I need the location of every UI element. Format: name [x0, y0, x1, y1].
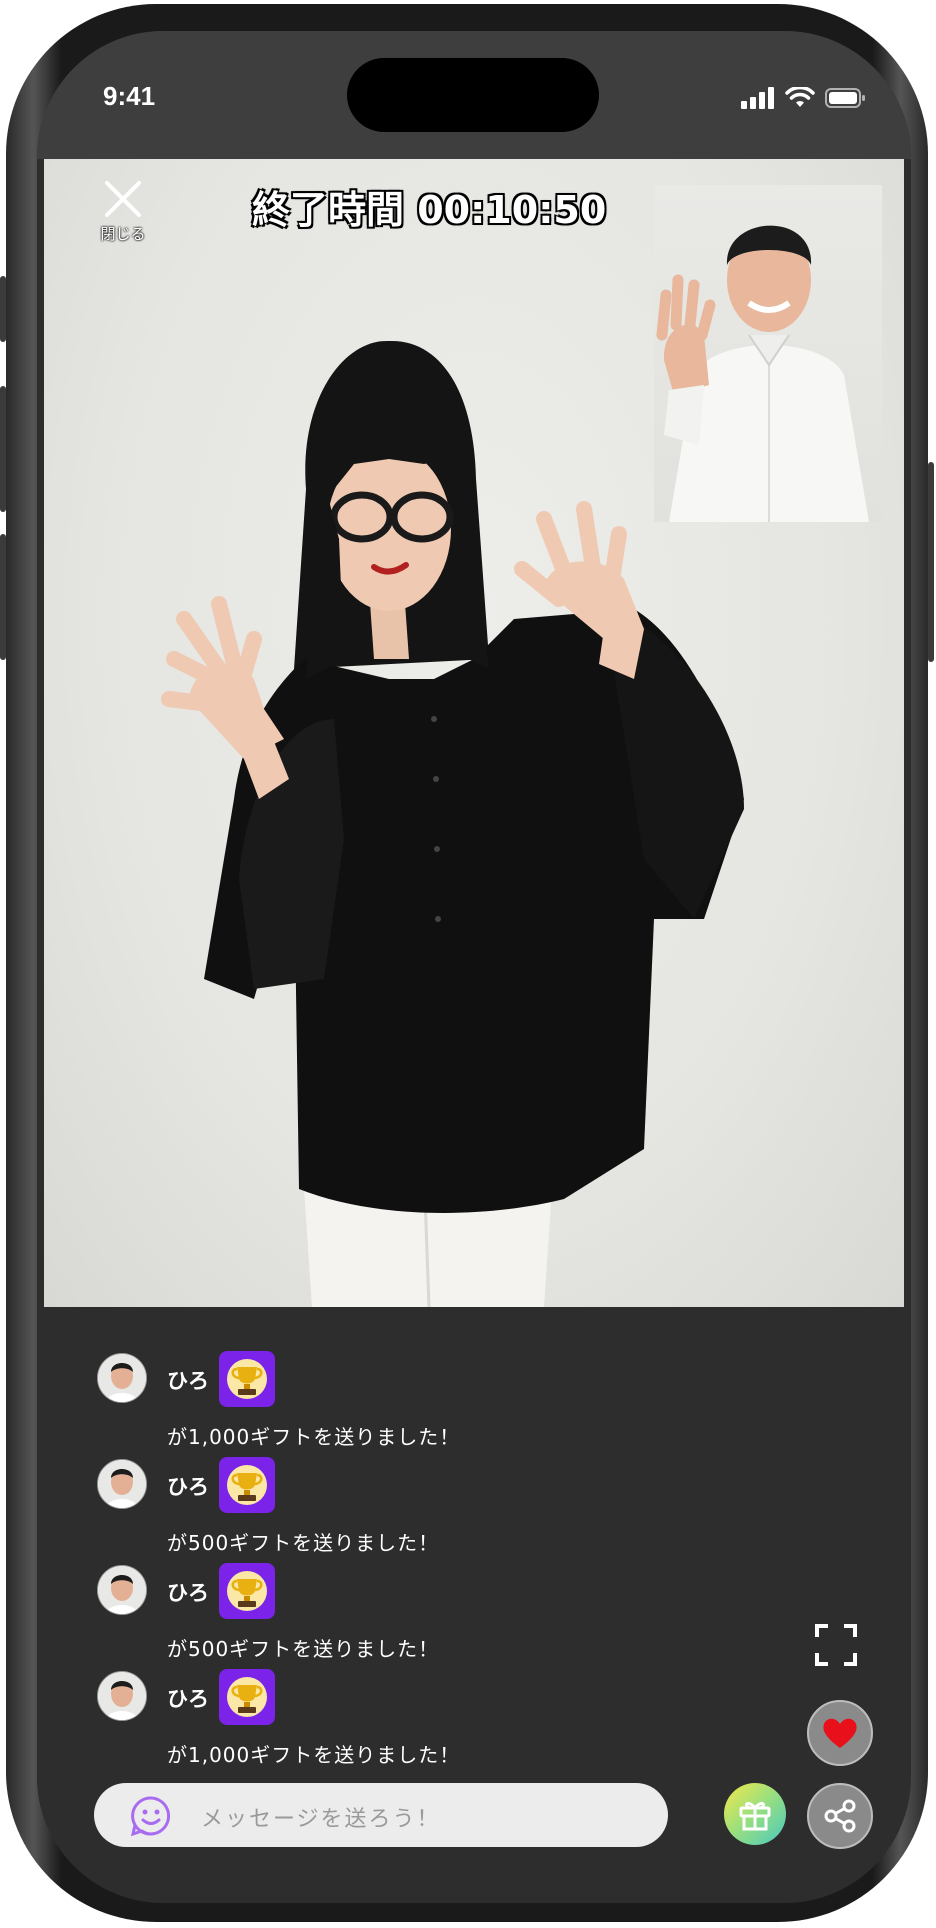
- dynamic-island: [347, 58, 599, 132]
- message-input[interactable]: メッセージを送ろう！: [94, 1783, 668, 1847]
- heart-icon: [823, 1718, 857, 1748]
- gift-badge: [219, 1563, 275, 1619]
- chat-text: が500ギフトを送りました！: [167, 1531, 440, 1555]
- chat-text: が1,000ギフトを送りました！: [167, 1425, 461, 1449]
- main-video-feed: 閉じる 終了時間 00:10:50: [44, 159, 904, 1307]
- volume-down-button: [0, 534, 6, 660]
- gift-icon: [739, 1801, 771, 1831]
- expand-icon: [815, 1624, 857, 1666]
- share-icon: [824, 1799, 856, 1833]
- message-placeholder: メッセージを送ろう！: [201, 1807, 441, 1832]
- trophy-icon: [227, 1677, 267, 1717]
- chat-text: が1,000ギフトを送りました！: [167, 1743, 461, 1767]
- close-label: 閉じる: [100, 225, 146, 243]
- chat-username: ひろ: [167, 1475, 209, 1499]
- action-button: [0, 276, 6, 342]
- status-icons: [741, 87, 865, 109]
- chat-message: ひろ が1,000ギフトを送りました！: [97, 1351, 697, 1451]
- self-view-video: [656, 225, 869, 522]
- gift-badge: [219, 1669, 275, 1725]
- self-view-pip[interactable]: [654, 185, 882, 522]
- battery-icon: [825, 88, 865, 108]
- end-time-label: 終了時間 00:10:50: [252, 188, 607, 232]
- wifi-icon: [785, 87, 815, 107]
- signal-icon: [741, 87, 774, 109]
- close-button[interactable]: 閉じる: [92, 177, 154, 245]
- gift-button[interactable]: [724, 1783, 786, 1845]
- chat-message: ひろ が500ギフトを送りました！: [97, 1563, 697, 1663]
- avatar[interactable]: [97, 1565, 147, 1615]
- screen: 9:41 閉じる 終了時間 00:10:50 ひろ が1,000ギフトを送りまし…: [37, 31, 911, 1903]
- avatar[interactable]: [97, 1671, 147, 1721]
- emoji-icon[interactable]: [130, 1795, 172, 1837]
- chat-text: が500ギフトを送りました！: [167, 1637, 440, 1661]
- status-bar: 9:41: [37, 31, 911, 159]
- phone-frame: 9:41 閉じる 終了時間 00:10:50 ひろ が1,000ギフトを送りまし…: [0, 4, 934, 1922]
- volume-up-button: [0, 386, 6, 512]
- trophy-icon: [227, 1359, 267, 1399]
- chat-message: ひろ が500ギフトを送りました！: [97, 1457, 697, 1557]
- gift-badge: [219, 1457, 275, 1513]
- like-button[interactable]: [807, 1700, 873, 1766]
- chat-username: ひろ: [167, 1687, 209, 1711]
- status-time: 9:41: [103, 81, 156, 111]
- share-button[interactable]: [807, 1783, 873, 1849]
- fullscreen-button[interactable]: [814, 1623, 858, 1667]
- avatar[interactable]: [97, 1459, 147, 1509]
- chat-username: ひろ: [167, 1581, 209, 1605]
- power-button: [928, 462, 934, 662]
- trophy-icon: [227, 1571, 267, 1611]
- trophy-icon: [227, 1465, 267, 1505]
- chat-username: ひろ: [167, 1369, 209, 1393]
- close-icon: [105, 181, 141, 217]
- avatar[interactable]: [97, 1353, 147, 1403]
- chat-message: ひろ が1,000ギフトを送りました！: [97, 1669, 697, 1769]
- gift-badge: [219, 1351, 275, 1407]
